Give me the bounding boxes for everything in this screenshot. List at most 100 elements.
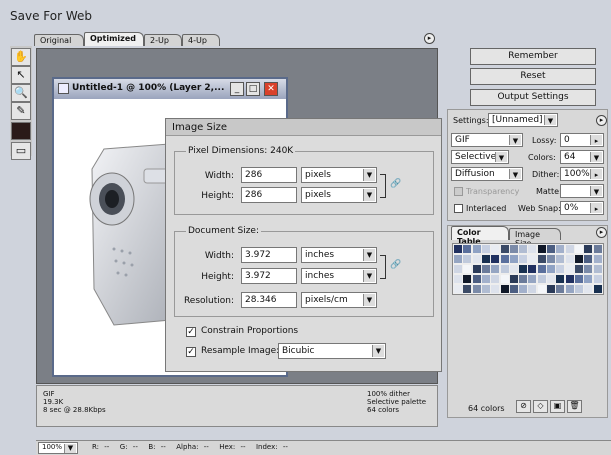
new-color-icon[interactable]: ▣	[550, 400, 565, 413]
color-swatch[interactable]	[528, 275, 537, 283]
color-swatch[interactable]	[537, 255, 546, 263]
color-swatch[interactable]	[565, 245, 574, 253]
resample-image-checkbox[interactable]: ✓	[186, 347, 196, 357]
color-swatch[interactable]	[556, 255, 565, 263]
color-swatch[interactable]	[454, 275, 462, 283]
color-swatch[interactable]	[547, 245, 555, 253]
resolution-field[interactable]: 28.346	[241, 292, 297, 308]
output-settings-button[interactable]: Output Settings	[470, 89, 596, 106]
color-swatch[interactable]	[481, 245, 490, 253]
web-shift-icon[interactable]: ⊘	[516, 400, 531, 413]
lock-color-icon[interactable]: ◇	[533, 400, 548, 413]
color-swatch[interactable]	[500, 275, 509, 283]
optimize-menu-icon[interactable]: ▸	[596, 115, 607, 126]
color-swatch[interactable]	[463, 255, 472, 263]
color-swatch[interactable]	[556, 245, 565, 253]
color-swatch[interactable]	[537, 265, 546, 273]
constrain-proportions-checkbox[interactable]: ✓	[186, 327, 196, 337]
color-swatch[interactable]	[500, 285, 509, 293]
slice-select-tool-icon[interactable]: ↖	[11, 66, 31, 84]
dither-algorithm-select[interactable]: Diffusion ▼	[451, 167, 523, 181]
color-swatch[interactable]	[454, 245, 462, 253]
color-swatch[interactable]	[463, 275, 472, 283]
color-swatch[interactable]	[547, 285, 555, 293]
websnap-field[interactable]: 0% ▸	[560, 201, 604, 215]
tab-2-up[interactable]: 2-Up	[144, 34, 182, 46]
color-swatch[interactable]	[491, 255, 500, 263]
color-swatch[interactable]	[556, 265, 565, 273]
color-swatch[interactable]	[454, 265, 462, 273]
pixel-width-field[interactable]: 286	[241, 167, 297, 183]
color-swatch[interactable]	[574, 255, 583, 263]
color-swatch[interactable]	[593, 275, 602, 283]
color-swatch[interactable]	[574, 245, 583, 253]
color-swatch[interactable]	[519, 245, 528, 253]
doc-height-unit-select[interactable]: inches ▼	[301, 268, 377, 284]
color-swatch[interactable]	[537, 245, 546, 253]
preview-menu-icon[interactable]: ▸	[424, 33, 435, 44]
color-swatch[interactable]	[472, 275, 481, 283]
doc-width-unit-select[interactable]: inches ▼	[301, 247, 377, 263]
color-swatch[interactable]	[472, 245, 481, 253]
color-swatch[interactable]	[481, 265, 490, 273]
eyedropper-color-swatch[interactable]	[11, 122, 31, 140]
color-table-menu-icon[interactable]: ▸	[596, 227, 607, 238]
color-swatch[interactable]	[574, 275, 583, 283]
color-swatch[interactable]	[500, 265, 509, 273]
zoom-select[interactable]: 100% ▼	[38, 442, 78, 454]
color-swatch[interactable]	[565, 265, 574, 273]
color-swatch[interactable]	[491, 275, 500, 283]
color-swatch[interactable]	[528, 245, 537, 253]
color-swatch[interactable]	[509, 245, 518, 253]
color-swatch[interactable]	[584, 275, 593, 283]
color-swatch[interactable]	[584, 265, 593, 273]
color-swatch[interactable]	[547, 275, 555, 283]
color-swatch[interactable]	[491, 245, 500, 253]
resolution-unit-select[interactable]: pixels/cm ▼	[301, 292, 377, 308]
color-swatch[interactable]	[565, 275, 574, 283]
color-swatch[interactable]	[509, 275, 518, 283]
color-swatch[interactable]	[509, 265, 518, 273]
remember-button[interactable]: Remember	[470, 48, 596, 65]
tab-4-up[interactable]: 4-Up	[182, 34, 220, 46]
color-swatch[interactable]	[565, 255, 574, 263]
color-swatch[interactable]	[556, 285, 565, 293]
color-swatch[interactable]	[491, 265, 500, 273]
color-swatch[interactable]	[500, 255, 509, 263]
settings-select[interactable]: [Unnamed] ▼	[488, 113, 558, 127]
resample-method-select[interactable]: Bicubic ▼	[278, 343, 386, 359]
color-swatch[interactable]	[528, 285, 537, 293]
color-swatch[interactable]	[509, 285, 518, 293]
tab-optimized[interactable]: Optimized	[84, 32, 144, 46]
color-swatch[interactable]	[454, 255, 462, 263]
matte-select[interactable]: ▼	[560, 184, 604, 198]
color-swatch[interactable]	[481, 275, 490, 283]
transparency-checkbox[interactable]	[454, 187, 463, 196]
color-swatch[interactable]	[556, 275, 565, 283]
color-swatch[interactable]	[509, 255, 518, 263]
color-swatch[interactable]	[454, 285, 462, 293]
color-swatch[interactable]	[519, 275, 528, 283]
dither-field[interactable]: 100% ▸	[560, 167, 604, 181]
color-swatch[interactable]	[472, 265, 481, 273]
tab-image-size[interactable]: Image Size	[509, 228, 561, 248]
eyedropper-tool-icon[interactable]: ✎	[11, 102, 31, 120]
color-swatch[interactable]	[463, 245, 472, 253]
pixel-width-unit-select[interactable]: pixels ▼	[301, 167, 377, 183]
palette-select[interactable]: Selective ▼	[451, 150, 509, 164]
color-swatch[interactable]	[537, 275, 546, 283]
maximize-icon[interactable]: □	[246, 82, 260, 96]
pixel-height-field[interactable]: 286	[241, 187, 297, 203]
color-swatch[interactable]	[574, 265, 583, 273]
hand-tool-icon[interactable]: ✋	[11, 48, 31, 66]
color-swatch[interactable]	[472, 255, 481, 263]
color-swatch[interactable]	[584, 245, 593, 253]
color-swatch[interactable]	[537, 285, 546, 293]
color-swatch[interactable]	[547, 255, 555, 263]
color-swatch[interactable]	[500, 245, 509, 253]
delete-color-icon[interactable]: 🗑	[567, 400, 582, 413]
color-swatch[interactable]	[481, 285, 490, 293]
zoom-tool-icon[interactable]: 🔍	[11, 84, 31, 102]
tab-original[interactable]: Original	[34, 34, 84, 46]
color-swatch[interactable]	[519, 255, 528, 263]
